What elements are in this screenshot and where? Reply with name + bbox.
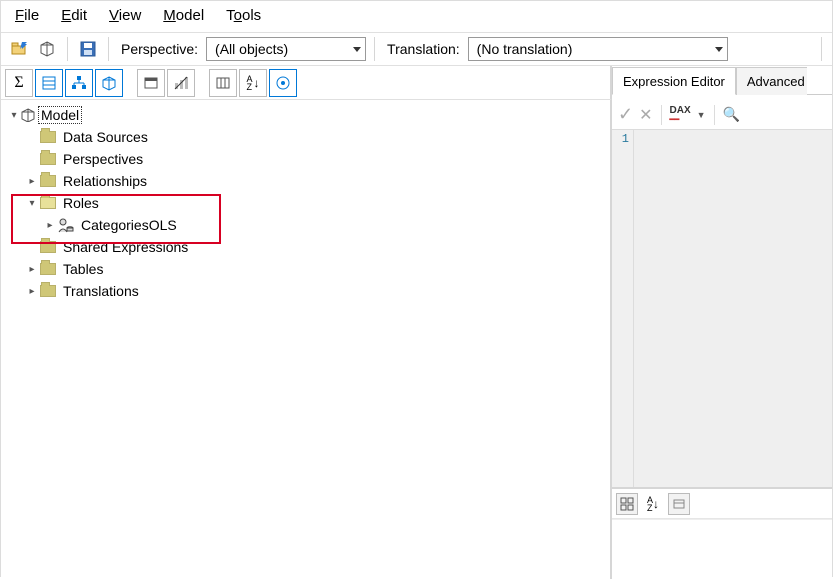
line-gutter: 1 — [612, 130, 634, 487]
folder-icon — [39, 173, 57, 189]
save-icon[interactable] — [76, 37, 100, 61]
expand-icon[interactable]: ▸ — [43, 220, 57, 231]
translation-value: (No translation) — [477, 41, 573, 57]
separator — [821, 37, 822, 61]
expression-code-area[interactable]: 1 — [612, 130, 832, 489]
expand-icon[interactable]: ▸ — [25, 286, 39, 297]
tab-advanced[interactable]: Advanced — [736, 67, 807, 95]
list-view-icon[interactable] — [35, 69, 63, 97]
chevron-down-icon — [715, 47, 723, 52]
separator — [661, 105, 662, 125]
tree-node-roles[interactable]: ▾ Roles — [3, 192, 608, 214]
tree-label: Roles — [61, 195, 101, 211]
tab-expression-editor[interactable]: Expression Editor — [612, 67, 736, 95]
dax-formatter-icon[interactable]: DAX━━ — [670, 106, 691, 124]
separator — [374, 37, 375, 61]
right-header: Expression Editor Advanced — [612, 66, 832, 100]
tree-node-perspectives[interactable]: ▸ Perspectives — [3, 148, 608, 170]
properties-grid[interactable] — [612, 519, 832, 579]
view-toolbar: Σ AZ↓ — [1, 66, 612, 100]
tree-label: Data Sources — [61, 129, 150, 145]
folder-icon — [39, 261, 57, 277]
tree-label: Tables — [61, 261, 105, 277]
menu-bar: File Edit View Model Tools — [1, 1, 832, 32]
right-pane: ✓ ✕ DAX━━ ▼ 🔍 1 AZ↓ — [612, 100, 832, 579]
alphabetical-sort-icon[interactable]: AZ↓ — [642, 493, 664, 515]
separator — [714, 105, 715, 125]
folder-icon — [39, 283, 57, 299]
translation-combo[interactable]: (No translation) — [468, 37, 728, 61]
chevron-down-icon — [353, 47, 361, 52]
sort-az-icon[interactable]: AZ↓ — [239, 69, 267, 97]
menu-edit[interactable]: Edit — [61, 7, 87, 24]
tree-node-categories-ols[interactable]: ▸ CategoriesOLS — [3, 214, 608, 236]
tree-pane: ▾ Model ▸ Data Sources ▸ Perspectives ▸ … — [1, 100, 612, 579]
hierarchy-view-icon[interactable] — [65, 69, 93, 97]
menu-view[interactable]: View — [109, 7, 141, 24]
cube-view-icon[interactable] — [95, 69, 123, 97]
deploy-cube-icon[interactable] — [35, 37, 59, 61]
main-columns: ▾ Model ▸ Data Sources ▸ Perspectives ▸ … — [1, 100, 832, 579]
perspective-combo[interactable]: (All objects) — [206, 37, 366, 61]
target-icon[interactable] — [269, 69, 297, 97]
tree-label: Shared Expressions — [61, 239, 190, 255]
property-pages-icon[interactable] — [668, 493, 690, 515]
tree-label: CategoriesOLS — [79, 217, 179, 233]
tree-node-shared-expressions[interactable]: ▸ Shared Expressions — [3, 236, 608, 258]
properties-pane: AZ↓ — [612, 489, 832, 579]
chevron-down-icon[interactable]: ▼ — [697, 110, 706, 120]
main-toolbar: Perspective: (All objects) Translation: … — [1, 32, 832, 66]
menu-tools[interactable]: Tools — [226, 7, 261, 24]
menu-file[interactable]: File — [15, 7, 39, 24]
tree-node-data-sources[interactable]: ▸ Data Sources — [3, 126, 608, 148]
tree-node-relationships[interactable]: ▸ Relationships — [3, 170, 608, 192]
perspective-value: (All objects) — [215, 41, 288, 57]
tree-label: Relationships — [61, 173, 149, 189]
separator — [108, 37, 109, 61]
expand-icon[interactable]: ▸ — [25, 264, 39, 275]
search-icon[interactable]: 🔍 — [723, 106, 740, 123]
accept-icon[interactable]: ✓ — [618, 104, 633, 125]
translation-label: Translation: — [383, 41, 464, 57]
menu-model[interactable]: Model — [163, 7, 204, 24]
expand-icon[interactable]: ▸ — [25, 176, 39, 187]
cancel-icon[interactable]: ✕ — [639, 105, 652, 125]
tree-node-translations[interactable]: ▸ Translations — [3, 280, 608, 302]
expression-code[interactable] — [634, 130, 832, 487]
folder-icon — [39, 151, 57, 167]
columns-icon[interactable] — [209, 69, 237, 97]
tree-label: Perspectives — [61, 151, 145, 167]
folder-icon — [39, 239, 57, 255]
open-folder-icon[interactable] — [7, 37, 31, 61]
window-icon[interactable] — [137, 69, 165, 97]
tree-node-model[interactable]: ▾ Model — [3, 104, 608, 126]
properties-toolbar: AZ↓ — [612, 489, 832, 519]
expression-toolbar: ✓ ✕ DAX━━ ▼ 🔍 — [612, 100, 832, 130]
expand-icon[interactable]: ▾ — [7, 110, 21, 121]
model-tree[interactable]: ▾ Model ▸ Data Sources ▸ Perspectives ▸ … — [3, 104, 608, 302]
folder-open-icon — [39, 195, 57, 211]
folder-icon — [39, 129, 57, 145]
cube-icon — [21, 108, 35, 122]
right-tabs: Expression Editor Advanced — [612, 66, 832, 95]
sigma-icon[interactable]: Σ — [5, 69, 33, 97]
separator — [67, 37, 68, 61]
tree-label: Model — [39, 107, 81, 123]
categorized-icon[interactable] — [616, 493, 638, 515]
perspective-label: Perspective: — [117, 41, 202, 57]
chart-slash-icon[interactable] — [167, 69, 195, 97]
tree-label: Translations — [61, 283, 141, 299]
expand-icon[interactable]: ▾ — [25, 198, 39, 209]
tree-node-tables[interactable]: ▸ Tables — [3, 258, 608, 280]
role-icon — [57, 217, 75, 233]
